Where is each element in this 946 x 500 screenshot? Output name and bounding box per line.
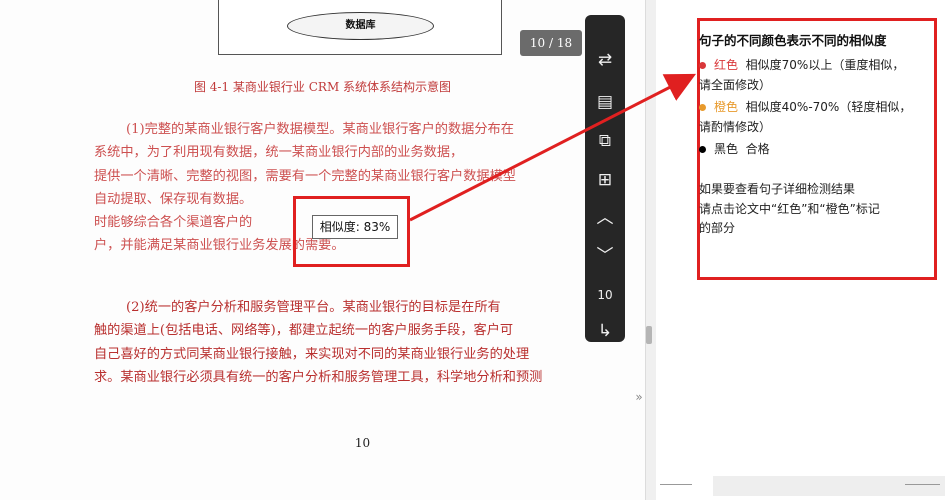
legend-item-red: 红色 相似度70%以上（重度相似， 请全面修改） bbox=[699, 56, 904, 95]
red-dot-icon bbox=[699, 62, 706, 69]
legend-red-desc: 相似度70%以上（重度相似， bbox=[745, 58, 905, 72]
footer-rule bbox=[905, 484, 940, 485]
legend-item-black: 黑色 合格 bbox=[699, 140, 770, 160]
legend-orange-desc2: 请酌情修改） bbox=[699, 119, 772, 134]
arrow-line bbox=[409, 73, 697, 222]
legend-note-line: 请点击论文中“红色”和“橙色”标记 bbox=[699, 201, 880, 216]
legend-note-line: 如果要查看句子详细检测结果 bbox=[699, 182, 856, 196]
legend-orange-desc: 相似度40%-70%（轻度相似， bbox=[745, 100, 912, 114]
legend-red-desc2: 请全面修改） bbox=[699, 77, 772, 92]
footer-rule bbox=[660, 484, 692, 485]
legend-title: 句子的不同颜色表示不同的相似度 bbox=[699, 33, 887, 48]
legend-black-desc: 合格 bbox=[745, 142, 770, 156]
footer-rules bbox=[655, 476, 946, 500]
orange-dot-icon bbox=[699, 104, 706, 111]
legend-item-orange: 橙色 相似度40%-70%（轻度相似， 请酌情修改） bbox=[699, 98, 911, 137]
legend-black-name: 黑色 bbox=[714, 142, 739, 156]
legend-orange-name: 橙色 bbox=[714, 100, 739, 114]
footer-block bbox=[713, 476, 945, 496]
legend-note: 如果要查看句子详细检测结果 请点击论文中“红色”和“橙色”标记 的部分 bbox=[699, 180, 880, 239]
legend-note-line: 的部分 bbox=[699, 221, 736, 235]
black-dot-icon bbox=[699, 146, 706, 153]
legend-red-name: 红色 bbox=[714, 58, 739, 72]
